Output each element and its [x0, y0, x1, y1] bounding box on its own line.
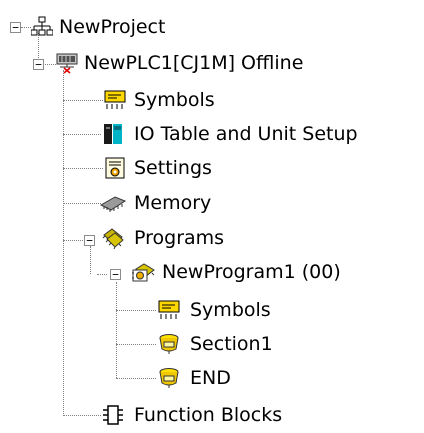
- programs-icon: [102, 228, 124, 249]
- tree-line: [116, 310, 156, 311]
- tree-node-label: NewProgram1 (00): [162, 261, 341, 283]
- program-icon: [132, 263, 155, 282]
- memory-icon: [100, 196, 126, 212]
- tree-line: [21, 27, 31, 28]
- tree-node-label: Memory: [134, 192, 212, 214]
- tree-line: [63, 203, 101, 204]
- tree-node-label: Symbols: [134, 89, 215, 111]
- tree-line: [63, 415, 101, 416]
- collapse-toggle-plc[interactable]: −: [33, 59, 44, 70]
- tree-line: [63, 168, 103, 169]
- tree-line: [116, 282, 117, 378]
- tree-line: [45, 64, 56, 65]
- tree-line: [116, 378, 156, 379]
- plc-offline-icon: [56, 53, 78, 74]
- tree-node-label: END: [190, 367, 231, 389]
- collapse-toggle-programs[interactable]: −: [84, 235, 95, 246]
- function-blocks-icon: [103, 405, 123, 425]
- tree-node-label: Symbols: [190, 299, 271, 321]
- section-end-icon: [159, 368, 179, 388]
- tree-node-label: NewProject: [59, 16, 166, 38]
- tree-line: [63, 100, 103, 101]
- tree-line: [63, 70, 64, 416]
- tree-node-label: Function Blocks: [134, 404, 283, 426]
- collapse-toggle-project[interactable]: −: [10, 22, 21, 33]
- tree-node-label: Section1: [190, 333, 273, 355]
- project-tree: − NewProject − NewPLC1[CJ1M] Offline Sym…: [0, 0, 424, 426]
- tree-line: [63, 240, 83, 241]
- tree-node-label: Settings: [134, 157, 212, 179]
- symbols-icon: [104, 90, 126, 109]
- tree-node-label: IO Table and Unit Setup: [134, 123, 358, 145]
- tree-node-label: NewPLC1[CJ1M] Offline: [84, 52, 304, 74]
- section-icon: [159, 334, 179, 354]
- tree-line: [116, 344, 156, 345]
- tree-line: [90, 246, 91, 274]
- io-table-icon: [104, 124, 122, 144]
- tree-line: [63, 134, 101, 135]
- network-icon: [31, 16, 53, 36]
- collapse-toggle-program1[interactable]: −: [110, 269, 121, 280]
- symbols-icon: [158, 300, 180, 319]
- tree-node-label: Programs: [134, 227, 225, 249]
- settings-icon: [105, 157, 125, 179]
- tree-line: [97, 274, 107, 275]
